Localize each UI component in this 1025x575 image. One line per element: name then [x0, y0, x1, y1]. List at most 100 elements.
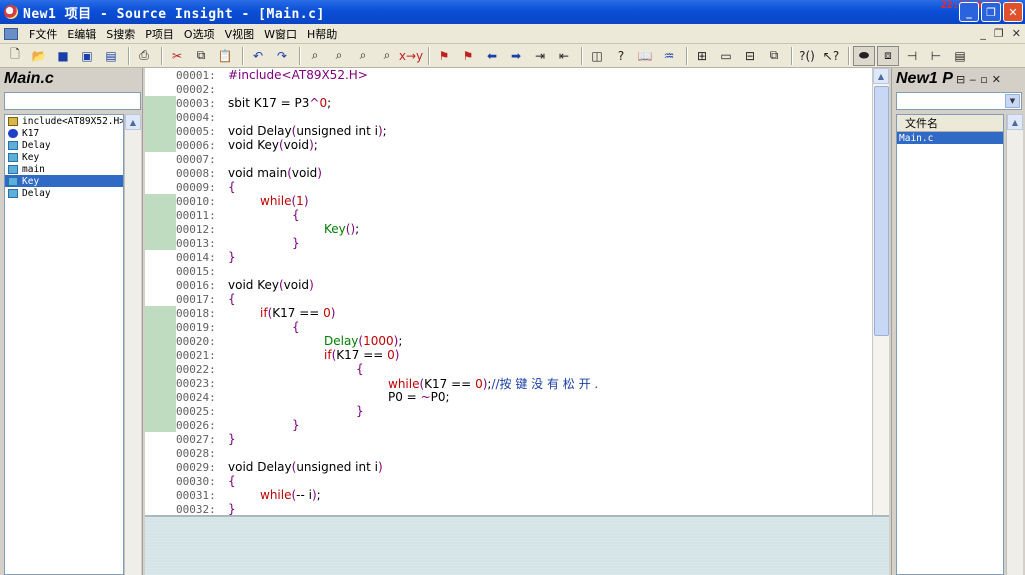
mdi-minimize-icon[interactable]: _ — [980, 27, 986, 40]
file-name-column-header[interactable]: 文件名 — [897, 115, 1003, 132]
open-folder-icon[interactable]: 📂 — [28, 46, 50, 66]
relation-window-icon[interactable]: ⊣ — [901, 46, 923, 66]
more-tools-icon[interactable]: ▤ — [949, 46, 971, 66]
save-as-icon[interactable]: ▣ — [76, 46, 98, 66]
symbol-window-icon[interactable]: ⬬ — [853, 45, 875, 66]
project-filter-dropdown[interactable]: ▼ — [896, 92, 1022, 110]
jump-icon[interactable]: ⇥ — [529, 46, 551, 66]
code-line[interactable]: 00002: — [145, 82, 872, 96]
code-line[interactable]: 00008: void main(void) — [145, 166, 872, 180]
jump-back-icon[interactable]: ⇤ — [553, 46, 575, 66]
paste-icon[interactable]: 📋 — [214, 46, 236, 66]
print-icon[interactable]: ⎙ — [133, 46, 155, 66]
scroll-up-icon[interactable]: ▲ — [1007, 114, 1023, 130]
code-line[interactable]: 00014:} — [145, 250, 872, 264]
symbol-list-item[interactable]: main — [5, 163, 123, 175]
code-line[interactable]: 00028: — [145, 446, 872, 460]
code-editor[interactable]: 00001: #include<AT89X52.H> 00002: 00003: sbi… — [145, 68, 872, 515]
lookup-icon[interactable]: ? — [610, 46, 632, 66]
code-line[interactable]: 00011: { — [145, 208, 872, 222]
code-line[interactable]: 00001: #include<AT89X52.H> — [145, 68, 872, 82]
menu-edit[interactable]: E编辑 — [62, 26, 101, 42]
mdi-restore-icon[interactable]: ❐ — [994, 27, 1004, 40]
menu-options[interactable]: O选项 — [179, 26, 220, 42]
replace-icon[interactable]: x→y — [399, 46, 423, 66]
app-icon[interactable] — [4, 5, 18, 19]
code-line[interactable]: 00016: void Key(void) — [145, 278, 872, 292]
code-line[interactable]: 00027:} — [145, 432, 872, 446]
code-line[interactable]: 00013:} — [145, 236, 872, 250]
scroll-up-icon[interactable]: ▲ — [873, 68, 889, 84]
document-icon[interactable] — [4, 27, 18, 40]
code-line[interactable]: 00023: while(K17 == 0);//按 键 没 有 松 开 . — [145, 376, 872, 391]
project-file-list[interactable]: 文件名 Main.c — [896, 114, 1004, 575]
menu-search[interactable]: S搜索 — [101, 26, 140, 42]
forward-arrow-icon[interactable]: ➡ — [505, 46, 527, 66]
code-line[interactable]: 00021: if(K17 == 0) — [145, 348, 872, 362]
relation-icon[interactable]: ♒ — [658, 46, 680, 66]
close-icon[interactable]: ✕ — [1003, 2, 1023, 22]
window-split-icon[interactable]: ▭ — [715, 46, 737, 66]
panel-minimize-icon[interactable]: ▫ — [980, 73, 987, 86]
code-line[interactable]: 00003: sbit K17 = P3^0; — [145, 96, 872, 110]
code-line[interactable]: 00029: void Delay(unsigned int i) — [145, 460, 872, 474]
code-line[interactable]: 00017: { — [145, 292, 872, 306]
cut-icon[interactable]: ✂ — [166, 46, 188, 66]
window-horizontal-icon[interactable]: ⊟ — [739, 46, 761, 66]
symbol-list[interactable]: include<AT89X52.H> K17 Delay Key main Key Dela… — [4, 114, 124, 575]
save-all-icon[interactable]: ▤ — [100, 46, 122, 66]
symbol-list-scrollbar[interactable]: ▲ — [124, 114, 141, 575]
code-line[interactable]: 00012: Key(); — [145, 222, 872, 236]
panel-sort-icon[interactable]: ‒ — [969, 73, 976, 86]
find-prev-icon[interactable]: ⌕ — [352, 46, 374, 66]
save-icon[interactable]: ■ — [52, 46, 74, 66]
code-line[interactable]: 00005: void Delay(unsigned int i); — [145, 124, 872, 138]
copy-icon[interactable]: ⧉ — [190, 46, 212, 66]
project-window-icon[interactable]: ⧈ — [877, 45, 899, 66]
symbol-filter-input[interactable] — [4, 92, 141, 110]
symbol-info-icon[interactable]: ◫ — [586, 46, 608, 66]
bookmark-icon[interactable]: ⚑ — [433, 46, 455, 66]
scroll-up-icon[interactable]: ▲ — [125, 114, 141, 130]
brace-match-icon[interactable]: ?() — [796, 46, 818, 66]
symbol-list-item[interactable]: Delay — [5, 187, 123, 199]
code-line[interactable]: 00026:} — [145, 418, 872, 432]
chevron-down-icon[interactable]: ▼ — [1005, 94, 1020, 108]
code-line[interactable]: 00020: Delay(1000); — [145, 334, 872, 348]
context-help-icon[interactable]: ↖? — [820, 46, 842, 66]
code-line[interactable]: 00010: while(1) — [145, 194, 872, 208]
bookmark-next-icon[interactable]: ⚑ — [457, 46, 479, 66]
mdi-close-icon[interactable]: ✕ — [1012, 27, 1021, 40]
code-line[interactable]: 00004: — [145, 110, 872, 124]
code-line[interactable]: 00018: if(K17 == 0) — [145, 306, 872, 320]
code-line[interactable]: 00019: { — [145, 320, 872, 334]
code-line[interactable]: 00032:} — [145, 502, 872, 515]
code-line[interactable]: 00031: while(-- i); — [145, 488, 872, 502]
menu-help[interactable]: H帮助 — [302, 26, 342, 42]
context-window-icon[interactable]: ⊢ — [925, 46, 947, 66]
new-file-icon[interactable]: 🗋 — [4, 46, 26, 66]
book-icon[interactable]: 📖 — [634, 46, 656, 66]
editor-vertical-scrollbar[interactable]: ▲ — [872, 68, 889, 515]
code-line[interactable]: 00006: void Key(void); — [145, 138, 872, 152]
window-tile-icon[interactable]: ⊞ — [691, 46, 713, 66]
code-line[interactable]: 00009: { — [145, 180, 872, 194]
back-arrow-icon[interactable]: ⬅ — [481, 46, 503, 66]
code-line[interactable]: 00025:} — [145, 404, 872, 418]
menu-view[interactable]: V视图 — [220, 26, 260, 42]
code-line[interactable]: 00024: P0 = ~P0; — [145, 390, 872, 404]
menu-file[interactable]: F文件 — [24, 26, 62, 42]
symbol-list-item[interactable]: K17 — [5, 127, 123, 139]
panel-options-icon[interactable]: ⊟ — [956, 73, 965, 86]
symbol-list-item[interactable]: include<AT89X52.H> — [5, 115, 123, 127]
scrollbar-thumb[interactable] — [874, 86, 889, 336]
minimize-icon[interactable]: _ — [959, 2, 979, 22]
redo-icon[interactable]: ↷ — [271, 46, 293, 66]
undo-icon[interactable]: ↶ — [247, 46, 269, 66]
code-line[interactable]: 00007: — [145, 152, 872, 166]
symbol-list-item[interactable]: Key — [5, 175, 123, 187]
restore-icon[interactable]: ❐ — [981, 2, 1001, 22]
symbol-list-item[interactable]: Delay — [5, 139, 123, 151]
code-line[interactable]: 00015: — [145, 264, 872, 278]
search-files-icon[interactable]: ⌕ — [376, 46, 398, 66]
